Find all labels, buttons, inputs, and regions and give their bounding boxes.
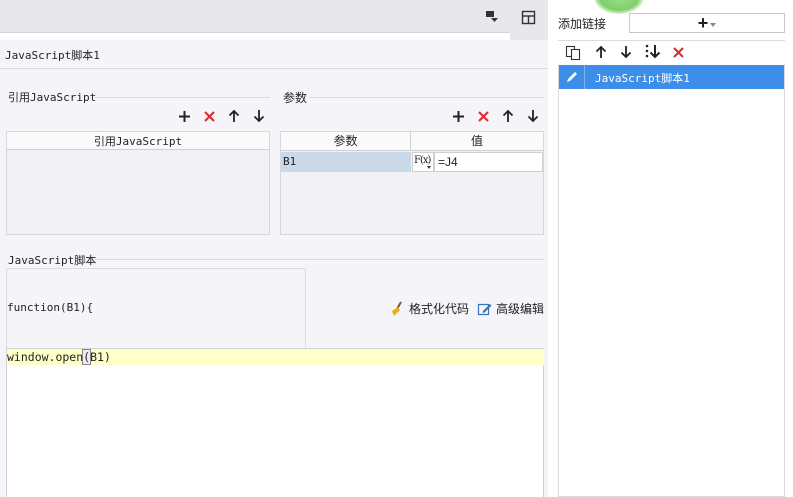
edit-icon: [477, 301, 493, 317]
top-toolbar: [0, 0, 510, 33]
add-link-label: 添加链接: [558, 17, 607, 31]
params-delete-button[interactable]: [474, 107, 492, 125]
link-move-up-button[interactable]: [595, 45, 607, 62]
link-move-bottom-button[interactable]: [644, 44, 662, 63]
param-column-header[interactable]: 参数: [281, 132, 411, 150]
format-code-button[interactable]: 格式化代码: [389, 300, 469, 317]
link-list-toolbar: [558, 40, 785, 64]
param-value-input[interactable]: =J4: [434, 152, 543, 172]
layout-tab[interactable]: [510, 0, 548, 40]
link-list-item[interactable]: JavaScript脚本1: [559, 65, 784, 89]
ref-section-title: 引用JavaScript: [8, 91, 97, 104]
params-section-title: 参数: [283, 91, 308, 105]
layout-icon: [521, 10, 537, 29]
broom-icon: [389, 301, 405, 317]
code-segment-b: B1): [90, 350, 111, 364]
advanced-edit-label: 高级编辑: [496, 302, 545, 316]
param-name-cell[interactable]: B1: [281, 152, 411, 172]
link-delete-button[interactable]: [672, 46, 685, 62]
params-table[interactable]: 参数 值 B1 F(x) =J4: [280, 131, 544, 235]
ref-add-button[interactable]: [175, 107, 193, 125]
script-section-divider: [94, 259, 544, 260]
format-code-label: 格式化代码: [409, 302, 470, 316]
script-title: JavaScript脚本1: [5, 49, 100, 62]
splitter[interactable]: [548, 0, 558, 497]
params-move-down-button[interactable]: [524, 107, 542, 125]
code-text: window.open(B1): [7, 349, 111, 365]
link-list[interactable]: [558, 64, 785, 497]
link-list-item-label: JavaScript脚本1: [595, 72, 690, 85]
code-editor[interactable]: window.open(B1): [6, 348, 544, 497]
params-move-up-button[interactable]: [499, 107, 517, 125]
add-link-dropdown[interactable]: +: [629, 13, 785, 33]
params-add-button[interactable]: [449, 107, 467, 125]
add-link-plus: +: [697, 13, 709, 33]
function-signature-box: function(B1){: [6, 268, 306, 348]
code-segment-a: window.open: [7, 350, 84, 364]
param-row[interactable]: B1 F(x) =J4: [281, 152, 543, 172]
pencil-icon: [565, 70, 579, 87]
script-section-title: JavaScript脚本: [8, 254, 97, 267]
ref-delete-button[interactable]: [200, 107, 218, 125]
formula-button[interactable]: F(x): [412, 152, 434, 172]
copy-icon[interactable]: [565, 45, 581, 64]
function-signature: function(B1){: [7, 301, 94, 314]
dock-menu-icon[interactable]: [485, 9, 499, 23]
code-line-current[interactable]: window.open(B1): [7, 349, 544, 365]
advanced-edit-button[interactable]: 高级编辑: [477, 300, 544, 317]
ref-js-column-header[interactable]: 引用JavaScript: [7, 132, 269, 150]
params-header-row: 参数 值: [281, 132, 543, 151]
params-section-divider: [310, 97, 544, 98]
dropdown-caret-icon: [710, 23, 717, 27]
ref-js-table[interactable]: 引用JavaScript: [6, 131, 270, 235]
formula-dropdown-icon: [427, 166, 431, 169]
ref-section-divider: [94, 97, 270, 98]
value-column-header[interactable]: 值: [411, 132, 543, 150]
link-move-down-button[interactable]: [620, 45, 632, 62]
list-item-divider: [584, 65, 585, 89]
formula-icon: F(x): [414, 155, 431, 166]
ref-move-down-button[interactable]: [250, 107, 268, 125]
ref-move-up-button[interactable]: [225, 107, 243, 125]
script-title-bar: JavaScript脚本1: [0, 40, 548, 69]
